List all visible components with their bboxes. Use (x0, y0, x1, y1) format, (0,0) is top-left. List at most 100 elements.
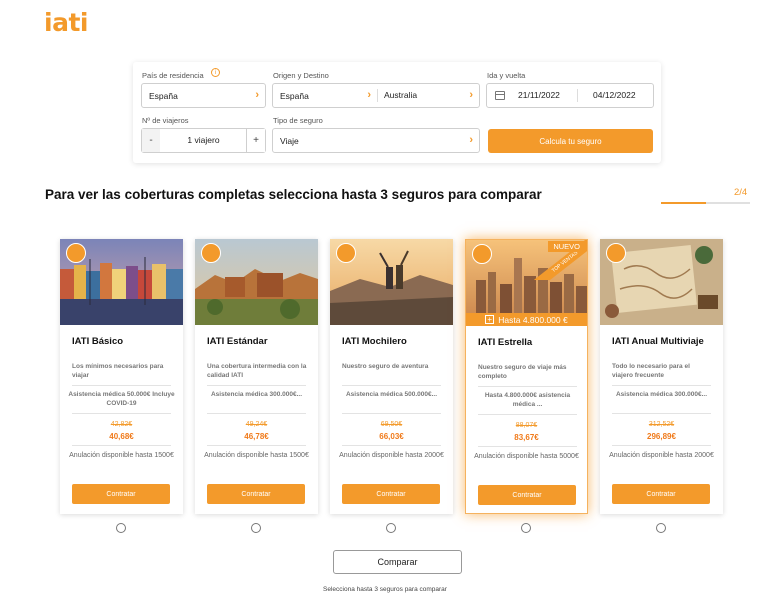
divider (342, 385, 441, 386)
sun-badge-icon (606, 243, 626, 263)
card-title: IATI Básico (72, 336, 124, 347)
info-icon[interactable]: i (211, 68, 220, 77)
divider (478, 386, 577, 387)
contratar-button[interactable]: Contratar (342, 484, 440, 504)
origen-destino-field[interactable]: España › Australia › (272, 83, 480, 108)
card-image (600, 239, 723, 325)
compare-radio-anual[interactable] (656, 523, 666, 533)
compare-radio-estandar[interactable] (251, 523, 261, 533)
card-image (60, 239, 183, 325)
pager-label: 2/4 (734, 187, 748, 198)
origen-destino-label: Origen y Destino (273, 71, 329, 80)
chevron-right-icon: › (367, 89, 371, 101)
insurance-card-mochilero: IATI Mochilero Nuestro seguro de aventur… (330, 239, 453, 514)
divider (342, 413, 441, 414)
residencia-select[interactable]: España › (141, 83, 266, 108)
medical-cross-icon: + (485, 315, 495, 324)
nuevo-badge: NUEVO (548, 241, 585, 252)
fechas-label: Ida y vuelta (487, 71, 526, 80)
pager-progress-fill (661, 202, 706, 204)
divider (72, 413, 171, 414)
old-price: 69,50€ (380, 421, 403, 428)
new-price: 66,03€ (379, 432, 404, 441)
fechas-field[interactable]: 21/11/2022 04/12/2022 (486, 83, 654, 108)
card-title: IATI Estándar (207, 336, 268, 347)
cancel-info: Anulación disponible hasta 1500€ (69, 452, 174, 459)
tipo-value: Viaje (280, 135, 299, 146)
comparar-button[interactable]: Comparar (333, 550, 462, 574)
divider (612, 385, 711, 386)
divider (207, 413, 306, 414)
destino-value[interactable]: Australia (384, 90, 417, 100)
page-title: Para ver las coberturas completas selecc… (45, 187, 542, 202)
old-price: 312,52€ (648, 421, 675, 428)
divider (478, 414, 577, 415)
vuelta-date[interactable]: 04/12/2022 (593, 90, 636, 100)
new-price: 46,78€ (244, 432, 269, 441)
divider (612, 413, 711, 414)
insurance-card-basico: IATI Básico Los mínimos necesarios para … (60, 239, 183, 514)
hasta-label: Hasta 4.800.000 € (498, 314, 568, 325)
cancel-info: Anulación disponible hasta 1500€ (204, 452, 309, 459)
divider (207, 385, 306, 386)
card-coverage: Hasta 4.800.000€ asistencia médica ... (484, 392, 571, 408)
minus-button[interactable]: - (142, 129, 160, 152)
sun-badge-icon (66, 243, 86, 263)
divider (478, 446, 577, 447)
compare-radio-estrella[interactable] (521, 523, 531, 533)
compare-helper-text: Selecciona hasta 3 seguros para comparar (323, 586, 447, 593)
viajeros-value: 1 viajero (187, 135, 220, 145)
old-price: 88,07€ (515, 422, 538, 429)
divider (342, 445, 441, 446)
card-title: IATI Mochilero (342, 336, 407, 347)
tipo-select[interactable]: Viaje › (272, 128, 480, 153)
divider (72, 445, 171, 446)
hasta-banner: + Hasta 4.800.000 € (466, 313, 587, 326)
origen-value[interactable]: España (280, 91, 309, 101)
card-description: Nuestro seguro de viaje más completo (478, 364, 567, 380)
card-description: Todo lo necesario para el viajero frecue… (612, 363, 690, 379)
contratar-button[interactable]: Contratar (207, 484, 305, 504)
card-image (195, 239, 318, 325)
tipo-label: Tipo de seguro (273, 116, 323, 125)
chevron-right-icon: › (469, 89, 473, 101)
insurance-card-anual-multiviaje: IATI Anual Multiviaje Todo lo necesario … (600, 239, 723, 514)
card-coverage: Asistencia médica 50.000€ Incluye COVID-… (68, 391, 175, 407)
sun-badge-icon (201, 243, 221, 263)
contratar-button[interactable]: Contratar (72, 484, 170, 504)
new-price: 40,68€ (109, 432, 134, 441)
ida-date[interactable]: 21/11/2022 (518, 90, 560, 100)
contratar-button[interactable]: Contratar (478, 485, 576, 505)
insurance-card-estandar: IATI Estándar Una cobertura intermedia c… (195, 239, 318, 514)
chevron-right-icon: › (469, 134, 473, 146)
calcula-button[interactable]: Calcula tu seguro (488, 129, 653, 153)
iati-logo[interactable]: iati (44, 8, 88, 37)
old-price: 42,82€ (110, 421, 133, 428)
card-description: Nuestro seguro de aventura (342, 363, 429, 370)
sun-badge-icon (336, 243, 356, 263)
new-price: 296,89€ (647, 432, 676, 441)
viajeros-stepper[interactable]: - 1 viajero + (141, 128, 266, 153)
old-price: 49,24€ (245, 421, 268, 428)
card-image: TOP VENTAS NUEVO + Hasta 4.800.000 € (466, 240, 587, 326)
card-description: Los mínimos necesarios para viajar (72, 363, 164, 379)
contratar-button[interactable]: Contratar (612, 484, 710, 504)
card-coverage: Asistencia médica 500.000€... (345, 391, 438, 398)
residencia-label: País de residencia (142, 71, 204, 80)
new-price: 83,67€ (514, 433, 539, 442)
plus-button[interactable]: + (247, 129, 265, 152)
cancel-info: Anulación disponible hasta 2000€ (609, 452, 714, 459)
pager-progress (661, 202, 750, 204)
chevron-right-icon: › (255, 89, 259, 101)
field-divider (577, 89, 578, 102)
field-divider (377, 89, 378, 102)
card-title: IATI Estrella (478, 337, 533, 348)
compare-radio-basico[interactable] (116, 523, 126, 533)
cancel-info: Anulación disponible hasta 2000€ (339, 452, 444, 459)
divider (72, 385, 171, 386)
divider (612, 445, 711, 446)
residencia-value: España (149, 90, 178, 101)
compare-radio-mochilero[interactable] (386, 523, 396, 533)
search-form: País de residencia i España › Origen y D… (133, 62, 661, 163)
card-coverage: Asistencia médica 300.000€... (615, 391, 708, 398)
